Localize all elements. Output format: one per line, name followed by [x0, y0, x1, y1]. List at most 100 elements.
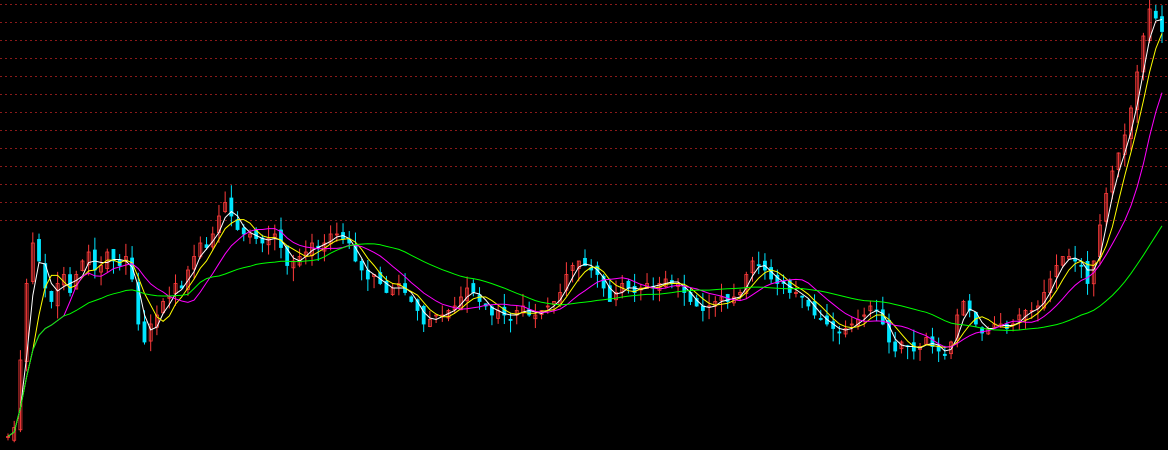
candle [155, 305, 159, 336]
candle [173, 274, 178, 306]
candle [260, 234, 265, 253]
candle-body [92, 249, 97, 271]
candle-body [49, 291, 54, 302]
candles [6, 0, 1164, 443]
candlestick-chart [0, 0, 1168, 443]
candle [390, 283, 395, 297]
candle [756, 251, 761, 275]
candle [961, 299, 966, 317]
candle [638, 283, 643, 301]
candle-body [471, 283, 476, 293]
candle-body [229, 197, 234, 217]
candle [725, 293, 730, 309]
candle [663, 270, 668, 289]
candle [1023, 308, 1028, 329]
candle [440, 305, 445, 322]
candle [1160, 5, 1164, 43]
candle [1085, 251, 1090, 295]
candle [372, 274, 376, 289]
candle [595, 261, 600, 288]
candle [1036, 300, 1040, 322]
candle [992, 316, 997, 329]
candle [279, 217, 283, 259]
candle [334, 222, 339, 242]
ma-line-5 [7, 33, 1163, 437]
candle [328, 225, 333, 251]
candle [496, 305, 501, 324]
candle [210, 226, 215, 251]
candle-body [409, 296, 414, 302]
candle [148, 314, 153, 352]
candle-body [235, 219, 240, 230]
candle-body [893, 341, 898, 352]
candle [607, 278, 612, 302]
candle-body [421, 305, 426, 325]
candle-body [37, 239, 41, 262]
candle [918, 343, 922, 361]
candle-body [1079, 264, 1084, 267]
candle [1017, 308, 1022, 331]
candle [30, 232, 35, 285]
candle-body [626, 280, 631, 289]
candle [483, 303, 488, 310]
candle-body [837, 331, 842, 334]
candle [521, 293, 525, 317]
candle [409, 295, 414, 303]
candle [924, 332, 929, 345]
candle-body [142, 321, 147, 343]
candle [49, 290, 54, 309]
candle [1122, 123, 1127, 167]
candle [688, 286, 693, 306]
candle [620, 275, 625, 299]
candle [533, 303, 538, 329]
ma-line-3 [7, 19, 1163, 437]
chart-area [0, 0, 1168, 450]
candle [123, 243, 128, 275]
candle [651, 277, 656, 301]
candle [55, 271, 60, 319]
candle [365, 259, 370, 291]
candle [99, 256, 103, 286]
candle [297, 248, 302, 268]
candle [849, 316, 854, 333]
candle [37, 233, 41, 262]
candle [378, 266, 383, 286]
candle-body [818, 318, 823, 320]
candle [92, 237, 97, 279]
candle-body [812, 301, 817, 316]
candle [942, 345, 947, 360]
candle [1054, 254, 1059, 289]
candle [732, 283, 736, 307]
candle [18, 350, 23, 433]
candle [179, 280, 184, 289]
candle-body [942, 353, 947, 356]
candle [465, 276, 470, 313]
candle [80, 259, 85, 272]
candle [719, 283, 724, 312]
candle-body [508, 318, 513, 321]
candle [235, 211, 240, 231]
candle [6, 433, 10, 441]
candle-body [806, 299, 811, 307]
candle-body [365, 269, 370, 280]
candle [967, 294, 972, 318]
candle [1135, 64, 1140, 123]
candle [911, 329, 916, 360]
candle [459, 286, 463, 311]
candle [843, 320, 848, 338]
candle-body [241, 227, 246, 235]
candle [446, 308, 451, 322]
candle [427, 311, 432, 328]
candle [316, 239, 321, 261]
candle [936, 337, 941, 363]
candle [68, 267, 72, 297]
candle [359, 258, 364, 281]
grid-lines [0, 4, 1168, 221]
candle [341, 223, 345, 244]
candle [1153, 4, 1158, 20]
candle-body [756, 264, 761, 267]
candle-body [1153, 10, 1158, 19]
candle-body [1160, 16, 1164, 32]
candle [223, 191, 228, 214]
candle [899, 340, 904, 354]
